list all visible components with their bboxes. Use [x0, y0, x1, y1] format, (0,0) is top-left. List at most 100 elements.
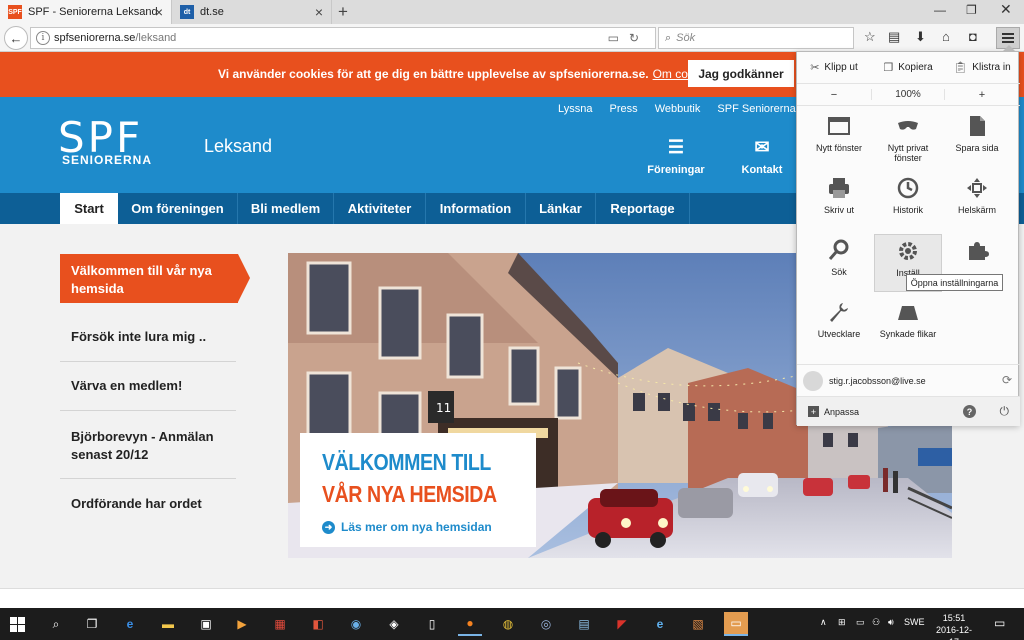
system-clock[interactable]: 15:51 2016-12-17 — [932, 612, 976, 640]
edge-icon[interactable]: e — [118, 612, 142, 636]
save-page-button[interactable]: Spara sida — [943, 110, 1011, 168]
download-icon[interactable]: ⬇ — [915, 29, 926, 45]
spf-logo[interactable]: SPF SENIORERNA — [58, 117, 172, 168]
tab-dt[interactable]: dt dt.se × — [172, 0, 332, 24]
zoom-out-button[interactable]: − — [797, 89, 871, 101]
pocket-icon[interactable]: ◘ — [969, 29, 977, 44]
top-link-webbutik[interactable]: Webbutik — [655, 103, 701, 115]
ie-icon[interactable]: e — [648, 612, 672, 636]
plus-icon: + — [808, 406, 819, 417]
account-email: stig.r.jacobsson@live.se — [829, 375, 926, 386]
minimize-icon[interactable]: — — [934, 3, 946, 17]
tray-chevron-icon[interactable]: ∧ — [820, 617, 827, 628]
new-tab-icon[interactable]: + — [338, 2, 348, 22]
close-tab-icon[interactable]: × — [315, 4, 323, 20]
office-icon[interactable]: ◧ — [306, 612, 330, 636]
info-icon[interactable]: i — [36, 31, 50, 45]
search-input[interactable]: ⌕ Sök — [658, 27, 854, 49]
app-icon[interactable]: ◈ — [382, 612, 406, 636]
people-icon[interactable]: ⚇ — [872, 617, 880, 628]
top-link-press[interactable]: Press — [610, 103, 638, 115]
media-player-icon[interactable]: ▶ — [230, 612, 254, 636]
top-link-lyssna[interactable]: Lyssna — [558, 103, 592, 115]
sync-account-row[interactable]: stig.r.jacobsson@live.se ⟳ — [797, 364, 1020, 396]
navigation-toolbar: ← i spfseniorerna.se/leksand ▭↻ ⌕ Sök ☆ … — [0, 24, 1024, 52]
document-app-icon[interactable]: ▤ — [572, 612, 596, 636]
tab-spf[interactable]: SPF SPF - Seniorerna Leksand × — [0, 0, 172, 24]
input-language[interactable]: SWE — [904, 617, 925, 627]
nav-aktiviteter[interactable]: Aktiviteter — [334, 193, 426, 224]
notepad-icon[interactable]: ▯ — [420, 612, 444, 636]
sidebar-item[interactable]: Björborevyn - Anmälan senast 20/12 — [60, 420, 236, 479]
nav-start[interactable]: Start — [60, 193, 118, 224]
notifications-icon[interactable]: ▭ — [994, 616, 1005, 630]
store-icon[interactable]: ▣ — [194, 612, 218, 636]
fullscreen-button[interactable]: Helskärm — [943, 172, 1011, 230]
task-view-icon[interactable]: ❐ — [80, 612, 104, 636]
reader-view-icon[interactable]: ▭ — [608, 31, 629, 45]
power-icon[interactable]: ⏻ — [1000, 404, 1010, 419]
paint-icon[interactable]: ▧ — [686, 612, 710, 636]
top-link-spf[interactable]: SPF Seniorerna — [717, 103, 795, 115]
help-icon[interactable]: ? — [963, 405, 976, 418]
back-button[interactable]: ← — [4, 26, 28, 50]
new-window-button[interactable]: Nytt fönster — [805, 110, 873, 168]
customize-button[interactable]: Anpassa — [824, 407, 859, 417]
url-text: spfseniorerna.se/leksand — [54, 32, 177, 44]
zoom-controls: − 100% + — [797, 84, 1020, 106]
sidebar-item[interactable]: Försök inte lura mig .. — [60, 322, 236, 362]
read-more-link[interactable]: ➜ Läs mer om nya hemsidan — [322, 520, 492, 534]
history-button[interactable]: Historik — [874, 172, 942, 230]
security-app-icon[interactable]: ◎ — [534, 612, 558, 636]
firefox-icon[interactable]: ● — [458, 612, 482, 636]
sidebar-item[interactable]: Värva en medlem! — [60, 371, 236, 411]
accept-cookies-button[interactable]: Jag godkänner — [688, 60, 794, 87]
new-private-window-button[interactable]: Nytt privat fönster — [874, 110, 942, 168]
zoom-reset-button[interactable]: 100% — [871, 89, 945, 100]
sidebar-item-active[interactable]: Välkommen till vår nya hemsida — [60, 254, 250, 303]
file-explorer-icon[interactable]: ▬ — [156, 612, 180, 636]
top-links: Lyssna Press Webbutik SPF Seniorerna — [558, 103, 810, 115]
close-window-icon[interactable]: ✕ — [1000, 1, 1012, 18]
print-button[interactable]: Skriv ut — [805, 172, 873, 230]
search-icon[interactable]: ⌕ — [44, 612, 68, 636]
paste-button[interactable]: 📋︎ Klistra in — [945, 61, 1019, 74]
nav-reportage[interactable]: Reportage — [596, 193, 690, 224]
bookmarks-list-icon[interactable]: ▤ — [888, 29, 900, 45]
battery-icon[interactable]: ▭ — [856, 617, 865, 628]
tiles-app-icon[interactable]: ▦ — [268, 612, 292, 636]
list-icon: ☰ — [667, 137, 685, 157]
restore-icon[interactable]: ❐ — [966, 3, 977, 17]
windows-start-icon[interactable] — [10, 617, 25, 632]
reload-icon[interactable]: ↻ — [629, 31, 649, 45]
synced-tabs-button[interactable]: Synkade flikar — [874, 296, 942, 354]
network-icon[interactable]: ⊞ — [838, 617, 846, 628]
foreningar-button[interactable]: ☰ Föreningar — [646, 137, 706, 176]
sidebar-item[interactable]: Ordförande har ordet — [60, 488, 236, 528]
copy-button[interactable]: ❐ Kopiera — [871, 61, 945, 74]
mask-icon — [898, 121, 918, 130]
close-tab-icon[interactable]: × — [155, 4, 163, 20]
arrow-left-icon: ← — [9, 30, 23, 46]
chrome-icon[interactable]: ◍ — [496, 612, 520, 636]
nav-lankar[interactable]: Länkar — [526, 193, 596, 224]
bookmark-star-icon[interactable]: ☆ — [864, 29, 876, 45]
kontakt-button[interactable]: ✉ Kontakt — [736, 137, 788, 176]
spf-favicon-icon: SPF — [8, 5, 22, 19]
nav-information[interactable]: Information — [426, 193, 526, 224]
sync-icon[interactable]: ⟳ — [1002, 373, 1012, 387]
mail-app-icon[interactable]: ◉ — [344, 612, 368, 636]
acrobat-icon[interactable]: ◤ — [610, 612, 634, 636]
scissors-icon: ✂ — [810, 62, 820, 74]
remote-app-icon[interactable]: ▭ — [724, 612, 748, 636]
volume-icon[interactable]: 🔊︎ — [888, 617, 894, 628]
nav-om-foreningen[interactable]: Om föreningen — [118, 193, 238, 224]
site-name: Leksand — [204, 136, 273, 156]
home-icon[interactable]: ⌂ — [942, 29, 950, 44]
nav-bli-medlem[interactable]: Bli medlem — [238, 193, 334, 224]
find-button[interactable]: Sök — [805, 234, 873, 292]
cut-button[interactable]: ✂ Klipp ut — [797, 61, 871, 74]
developer-button[interactable]: Utvecklare — [805, 296, 873, 354]
url-bar[interactable]: i spfseniorerna.se/leksand ▭↻ — [30, 27, 656, 49]
zoom-in-button[interactable]: + — [945, 89, 1019, 101]
